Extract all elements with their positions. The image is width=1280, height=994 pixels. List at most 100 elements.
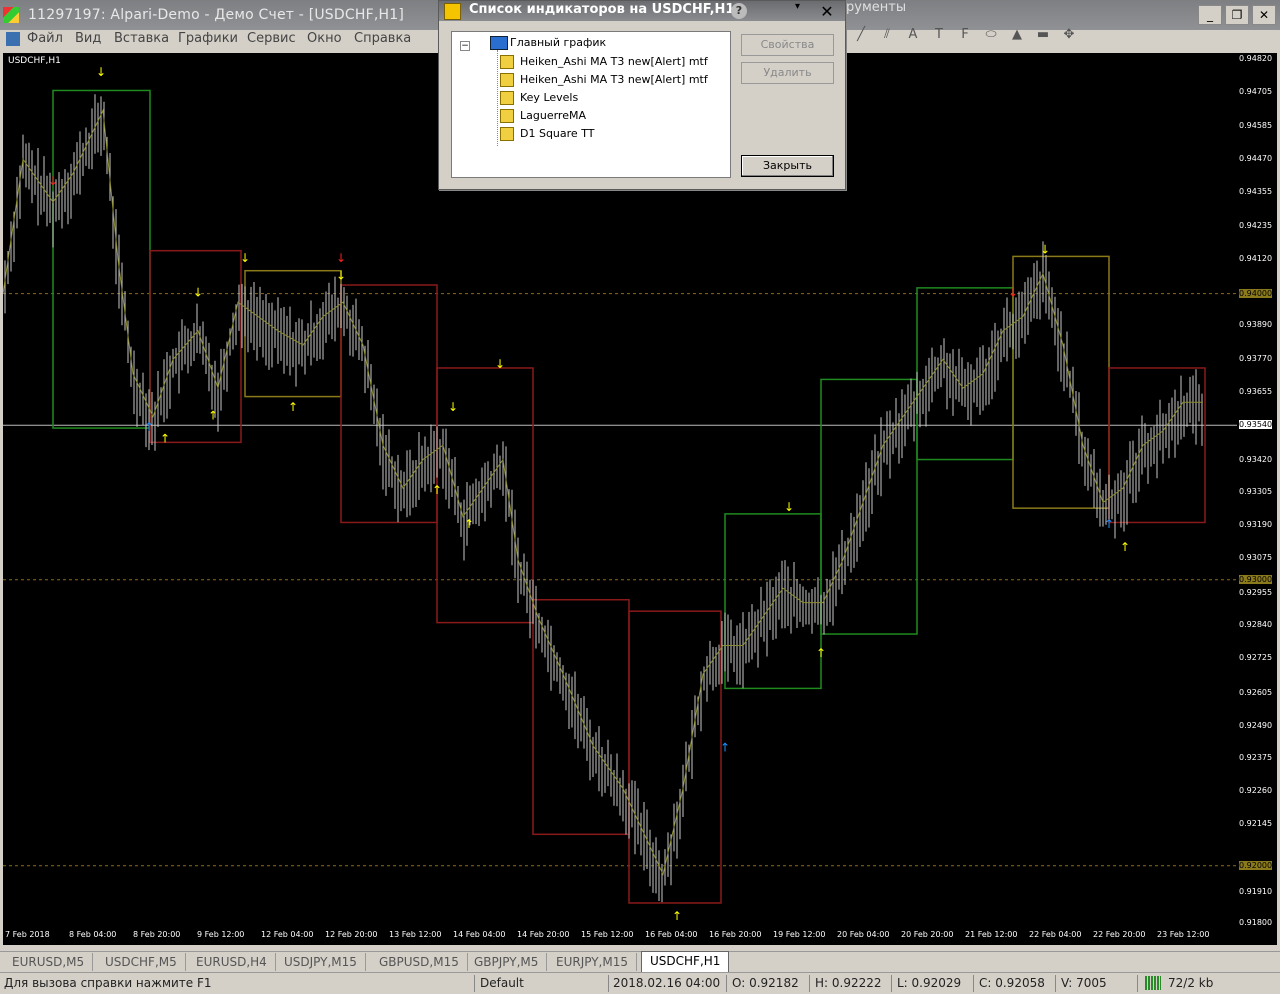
tree-item-indicator[interactable]: LaguerreMA — [520, 109, 586, 122]
price-label: 0.91910 — [1239, 886, 1273, 896]
signal-arrow: ↓ — [336, 251, 346, 265]
trendline-icon[interactable]: ╱ — [848, 27, 874, 42]
d1-square-box — [1012, 255, 1110, 509]
time-label: 16 Feb 20:00 — [709, 930, 762, 939]
menu-file[interactable]: Файл — [27, 31, 63, 46]
price-label: 0.92955 — [1239, 587, 1273, 597]
channel-icon[interactable]: ⫽ — [874, 27, 900, 42]
tab-usdjpy-m15[interactable]: USDJPY,M15 — [276, 953, 366, 971]
tree-root-main-chart[interactable]: Главный график — [510, 36, 606, 49]
time-label: 20 Feb 04:00 — [837, 930, 890, 939]
time-label: 12 Feb 20:00 — [325, 930, 378, 939]
status-bar: Для вызова справки нажмите F1 Default 20… — [0, 972, 1280, 994]
text-icon[interactable]: A — [900, 27, 926, 42]
time-label: 9 Feb 12:00 — [197, 930, 245, 939]
price-label: 0.91800 — [1239, 918, 1273, 927]
menu-charts[interactable]: Графики — [178, 31, 238, 46]
time-label: 7 Feb 2018 — [5, 930, 50, 939]
d1-square-box — [628, 610, 722, 904]
status-volume: V: 7005 — [1061, 976, 1107, 990]
delete-button[interactable]: Удалить — [741, 62, 834, 84]
text-label-icon[interactable]: T — [926, 27, 952, 42]
signal-arrow: ↑ — [432, 483, 442, 497]
status-datetime: 2018.02.16 04:00 — [613, 976, 721, 990]
indicator-icon — [500, 55, 514, 69]
status-help: Для вызова справки нажмите F1 — [4, 976, 212, 990]
price-label: 0.93000 — [1239, 574, 1273, 584]
properties-button[interactable]: Свойства — [741, 34, 834, 56]
arrows-icon[interactable]: ✥ — [1056, 27, 1082, 42]
minimize-button[interactable]: _ — [1198, 5, 1222, 25]
price-label: 0.92260 — [1239, 786, 1273, 796]
signal-arrow: ↑ — [464, 517, 474, 531]
help-icon[interactable]: ? — [731, 3, 747, 19]
price-label: 0.93305 — [1239, 487, 1273, 497]
price-label: 0.93890 — [1239, 320, 1273, 330]
chevron-down-icon[interactable]: ▾ — [795, 1, 800, 12]
price-label: 0.92490 — [1239, 720, 1273, 730]
close-window-button[interactable]: ✕ — [1252, 5, 1276, 25]
signal-arrow: ↓ — [448, 400, 458, 414]
time-label: 21 Feb 12:00 — [965, 930, 1018, 939]
tab-eurusd-h4[interactable]: EURUSD,H4 — [188, 953, 276, 971]
tab-eurusd-m5[interactable]: EURUSD,M5 — [4, 953, 94, 971]
menu-help[interactable]: Справка — [354, 31, 411, 46]
signal-arrow: ↑ — [816, 646, 826, 660]
signal-arrow: ↓ — [784, 500, 794, 514]
tab-eurjpy-m15[interactable]: EURJPY,M15 — [548, 953, 637, 971]
tab-usdchf-h1[interactable]: USDCHF,H1 — [641, 951, 730, 973]
chart-icon — [490, 36, 508, 50]
signal-arrow: ↑ — [144, 420, 154, 434]
triangle-icon[interactable]: ▲ — [1004, 27, 1030, 42]
price-label: 0.93655 — [1239, 387, 1273, 397]
dialog-close-icon[interactable]: ✕ — [817, 2, 837, 21]
menu-insert[interactable]: Вставка — [114, 31, 169, 46]
menu-window[interactable]: Окно — [307, 31, 342, 46]
status-traffic: 72/2 kb — [1168, 976, 1214, 990]
menu-tools[interactable]: Сервис — [247, 31, 296, 46]
close-button[interactable]: Закрыть — [741, 155, 834, 177]
restore-button[interactable]: ❐ — [1225, 5, 1249, 25]
drawing-toolbar: ╱ ⫽ A T F ⬭ ▲ ▬ ✥ — [848, 22, 1178, 46]
time-label: 14 Feb 20:00 — [517, 930, 570, 939]
status-high: H: 0.92222 — [815, 976, 882, 990]
price-label: 0.93075 — [1239, 553, 1273, 563]
status-profile: Default — [480, 976, 524, 990]
time-label: 12 Feb 04:00 — [261, 930, 314, 939]
signal-arrow: ↑ — [720, 740, 730, 754]
tree-item-indicator[interactable]: Heiken_Ashi MA T3 new[Alert] mtf — [520, 73, 708, 86]
price-label: 0.92000 — [1239, 860, 1273, 870]
window-title: 11297197: Alpari-Demo - Демо Счет - [USD… — [28, 7, 404, 23]
tab-usdchf-m5[interactable]: USDCHF,M5 — [97, 953, 186, 971]
price-label: 0.93770 — [1239, 354, 1273, 364]
collapse-icon[interactable]: − — [460, 41, 470, 51]
chart-window-icon[interactable] — [6, 32, 20, 46]
signal-arrow: ↑ — [672, 909, 682, 923]
tab-gbpjpy-m5[interactable]: GBPJPY,M5 — [466, 953, 548, 971]
signal-arrow: ↓ — [495, 357, 505, 371]
price-axis: 0.94820 0.94705 0.94585 0.94470 0.94355 0.942… — [1237, 53, 1277, 945]
dialog-title: Список индикаторов на USDCHF,H1 — [469, 2, 735, 17]
signal-arrow: ↑ — [288, 400, 298, 414]
fibo-icon[interactable]: F — [952, 27, 978, 42]
tree-item-indicator[interactable]: D1 Square TT — [520, 127, 594, 140]
time-label: 23 Feb 12:00 — [1157, 930, 1210, 939]
current-price-label: 0.93540 — [1239, 420, 1273, 430]
tree-item-indicator[interactable]: Key Levels — [520, 91, 578, 104]
menu-view[interactable]: Вид — [75, 31, 101, 46]
time-label: 20 Feb 20:00 — [901, 930, 954, 939]
tree-item-indicator[interactable]: Heiken_Ashi MA T3 new[Alert] mtf — [520, 55, 708, 68]
price-label: 0.93420 — [1239, 454, 1273, 464]
signal-arrow: ↓ — [193, 285, 203, 299]
indicator-icon — [500, 109, 514, 123]
price-label: 0.92375 — [1239, 753, 1273, 763]
dialog-title-bar: Список индикаторов на USDCHF,H1 ? ▾ ✕ — [439, 1, 845, 21]
price-label: 0.94355 — [1239, 187, 1273, 197]
indicator-tree[interactable]: − Главный график Heiken_Ashi MA T3 new[A… — [451, 31, 731, 178]
ellipse-icon[interactable]: ⬭ — [978, 27, 1004, 42]
tab-gbpusd-m15[interactable]: GBPUSD,M15 — [371, 953, 468, 971]
price-label: 0.94585 — [1239, 121, 1273, 131]
rectangle-icon[interactable]: ▬ — [1030, 27, 1056, 42]
laguerre-ma-line — [2, 108, 1203, 876]
dialog-icon — [444, 3, 461, 20]
